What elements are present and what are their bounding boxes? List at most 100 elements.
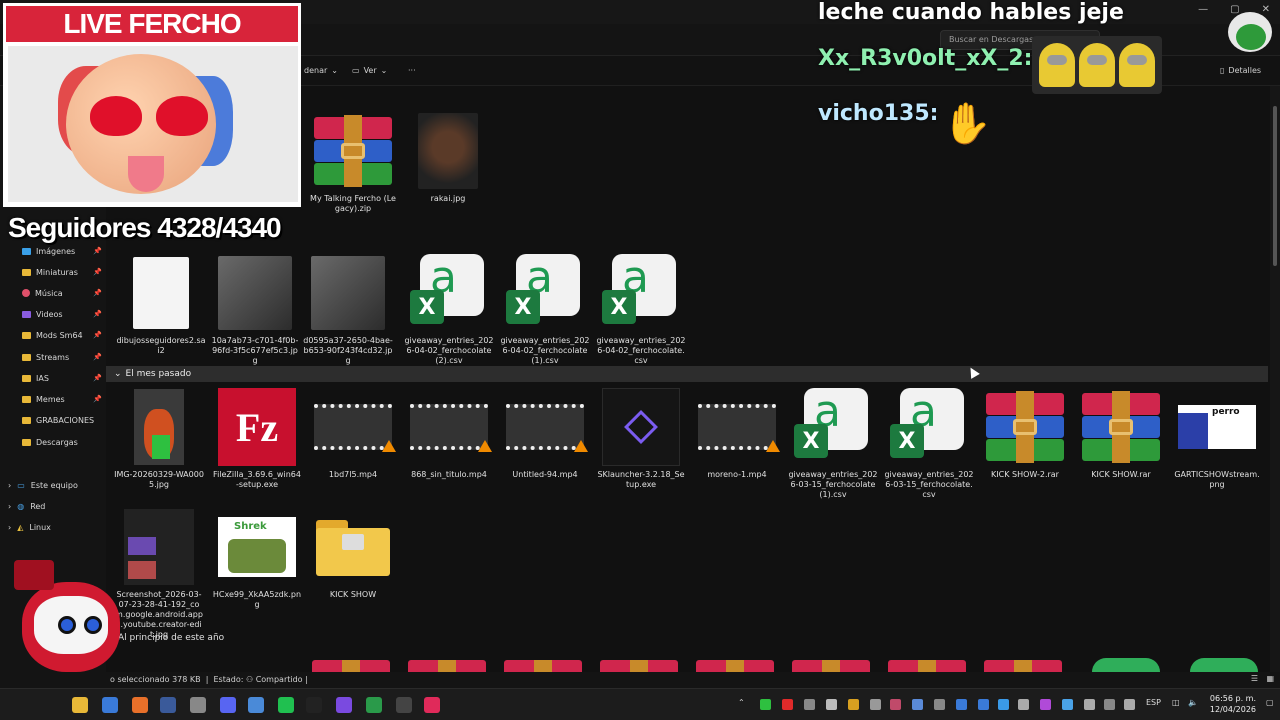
chevron-right-icon[interactable]: ›: [8, 481, 11, 490]
green-app-icon[interactable]: [278, 697, 294, 713]
file-item[interactable]: 1bd7l5.mp4: [308, 388, 398, 480]
settings-icon[interactable]: [190, 697, 206, 713]
tray-chevron-up-icon[interactable]: ⌃: [738, 698, 745, 707]
winrar-archive-icon[interactable]: [408, 660, 486, 672]
tray-icon[interactable]: [870, 699, 881, 710]
tray-icon[interactable]: [1084, 699, 1095, 710]
capcut-icon[interactable]: [306, 697, 322, 713]
pin-icon[interactable]: 📌: [93, 331, 102, 339]
maximize-icon[interactable]: ▢: [1230, 4, 1239, 15]
sidebar-root-1[interactable]: › ◍ Red: [8, 498, 45, 514]
file-item[interactable]: d0595a37-2650-4bae-b653-90f243f4cd32.jpg: [303, 254, 393, 366]
tray-icon[interactable]: [782, 699, 793, 710]
tray-icon[interactable]: [912, 699, 923, 710]
details-view-icon[interactable]: ☰: [1251, 674, 1258, 683]
clock[interactable]: 06:56 p. m. 12/04/2026: [1210, 693, 1256, 715]
avatar[interactable]: [1228, 12, 1272, 52]
discord-icon[interactable]: [220, 697, 236, 713]
sidebar-item-9[interactable]: Descargas: [22, 434, 106, 450]
tray-icon[interactable]: [1062, 699, 1073, 710]
file-item[interactable]: a X giveaway_entries_2026-03-15_ferchocola…: [788, 386, 878, 500]
file-item[interactable]: KICK SHOW-2.rar: [980, 388, 1070, 480]
vegas-icon[interactable]: [160, 697, 176, 713]
winrar-archive-icon[interactable]: [984, 660, 1062, 672]
file-item[interactable]: a X giveaway_entries_2026-03-15_ferchocola…: [884, 386, 974, 500]
notification-icon[interactable]: ▢: [1266, 698, 1274, 707]
winrar-archive-icon[interactable]: [792, 660, 870, 672]
file-item[interactable]: 10a7ab73-c701-4f0b-96fd-3f5c677ef5c3.jpg: [210, 254, 300, 366]
tray-icon[interactable]: [956, 699, 967, 710]
tiktok-icon[interactable]: [424, 697, 440, 713]
excel-csv-icon[interactable]: [1190, 658, 1258, 672]
browser-icon[interactable]: [248, 697, 264, 713]
tray-icon[interactable]: [848, 699, 859, 710]
network-icon[interactable]: ◫: [1172, 698, 1180, 707]
tray-icon[interactable]: [760, 699, 771, 710]
sidebar-item-8[interactable]: GRABACIONES: [22, 412, 106, 428]
sidebar-root-0[interactable]: › ▭ Este equipo: [8, 477, 78, 493]
file-item[interactable]: Untitled-94.mp4: [500, 388, 590, 480]
tray-icon[interactable]: [1124, 699, 1135, 710]
chevron-right-icon[interactable]: ›: [8, 523, 11, 532]
group-header-last-month[interactable]: ⌄ El mes pasado: [106, 366, 1268, 382]
file-item[interactable]: 868_sin_titulo.mp4: [404, 388, 494, 480]
winrar-archive-icon[interactable]: [600, 660, 678, 672]
winrar-archive-icon[interactable]: [504, 660, 582, 672]
excel-csv-icon[interactable]: [1092, 658, 1160, 672]
tray-icon[interactable]: [890, 699, 901, 710]
details-button[interactable]: ▯ Detalles: [1220, 66, 1261, 75]
file-item[interactable]: KICK SHOW: [308, 508, 398, 600]
winrar-archive-icon[interactable]: [312, 660, 390, 672]
file-item[interactable]: rakai.jpg: [403, 112, 493, 204]
volume-icon[interactable]: 🔈: [1188, 698, 1198, 707]
tray-icon[interactable]: [1104, 699, 1115, 710]
tray-icon[interactable]: [804, 699, 815, 710]
pin-icon[interactable]: 📌: [93, 353, 102, 361]
pin-icon[interactable]: 📌: [93, 310, 102, 318]
file-item[interactable]: a X giveaway_entries_2026-04-02_ferchocola…: [404, 252, 494, 366]
scroll-thumb[interactable]: [1273, 106, 1277, 266]
chevron-right-icon[interactable]: ›: [8, 502, 11, 511]
sidebar-item-5[interactable]: Streams 📌: [22, 349, 106, 365]
file-item[interactable]: Screenshot_2026-03-07-23-28-41-192_com.g…: [114, 508, 204, 640]
winrar-archive-icon[interactable]: [696, 660, 774, 672]
file-item[interactable]: My Talking Fercho (Legacy).zip: [308, 112, 398, 214]
tray-icon[interactable]: [978, 699, 989, 710]
more-options-button[interactable]: ···: [408, 66, 416, 75]
sidebar-item-6[interactable]: IAS 📌: [22, 370, 106, 386]
tray-icon[interactable]: [934, 699, 945, 710]
file-item[interactable]: IMG-20260329-WA0005.jpg: [114, 388, 204, 490]
pin-icon[interactable]: 📌: [93, 247, 102, 255]
visual-studio-icon[interactable]: [102, 697, 118, 713]
pin-icon[interactable]: 📌: [93, 289, 102, 297]
sidebar-item-4[interactable]: Mods Sm64 📌: [22, 327, 106, 343]
file-item[interactable]: moreno-1.mp4: [692, 388, 782, 480]
sidebar-item-0[interactable]: Imágenes 📌: [22, 243, 106, 259]
chart-app-icon[interactable]: [366, 697, 382, 713]
file-item[interactable]: a X giveaway_entries_2026-04-02_ferchocola…: [596, 252, 686, 366]
file-item[interactable]: Fz FileZilla_3.69.6_win64-setup.exe: [212, 388, 302, 490]
vertical-scrollbar[interactable]: [1270, 86, 1280, 672]
tray-icon[interactable]: [1018, 699, 1029, 710]
tiles-view-icon[interactable]: ▦: [1266, 674, 1274, 683]
tray-icon[interactable]: [1040, 699, 1051, 710]
file-item[interactable]: KICK SHOW.rar: [1076, 388, 1166, 480]
file-item[interactable]: dibujosseguidores2.sai2: [116, 254, 206, 356]
sidebar-root-2[interactable]: › ◭ Linux: [8, 519, 51, 535]
file-item[interactable]: perro GARTICSHOWstream.png: [1172, 388, 1262, 490]
firefox-icon[interactable]: [132, 697, 148, 713]
view-button[interactable]: ▭ Ver ⌄: [352, 66, 387, 75]
sidebar-item-2[interactable]: Música 📌: [22, 285, 106, 301]
sidebar-item-7[interactable]: Memes 📌: [22, 391, 106, 407]
pin-icon[interactable]: 📌: [93, 268, 102, 276]
sidebar-item-1[interactable]: Miniaturas 📌: [22, 264, 106, 280]
folder-explorer-icon[interactable]: [72, 697, 88, 713]
capcut-alt-icon[interactable]: [396, 697, 412, 713]
file-item[interactable]: a X giveaway_entries_2026-04-02_ferchocola…: [500, 252, 590, 366]
file-item[interactable]: SKlauncher-3.2.18_Setup.exe: [596, 388, 686, 490]
group-header-this-year[interactable]: Al principio de este año: [118, 633, 224, 643]
close-icon[interactable]: ✕: [1262, 4, 1270, 15]
file-item[interactable]: Shrek HCxe99_XkAA5zdk.png: [212, 508, 302, 610]
tray-icon[interactable]: [998, 699, 1009, 710]
winrar-archive-icon[interactable]: [888, 660, 966, 672]
